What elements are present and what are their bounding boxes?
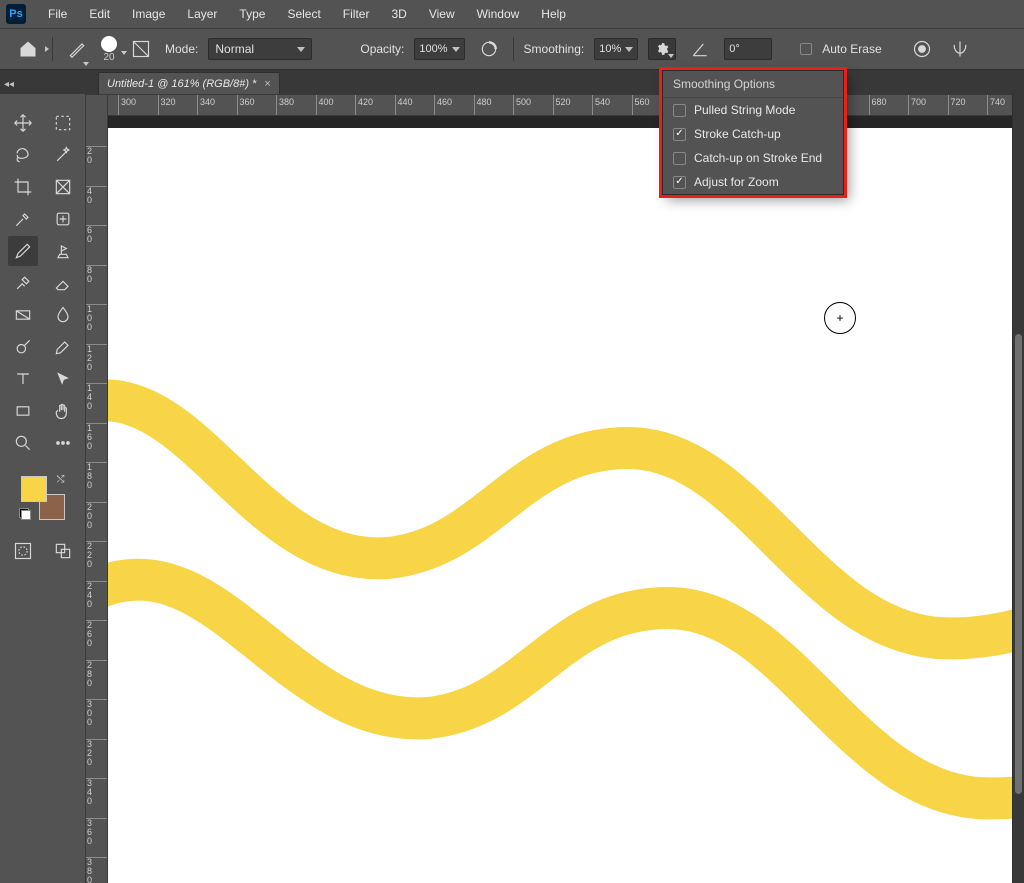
marquee-tool[interactable] [48, 108, 78, 138]
menu-edit[interactable]: Edit [79, 3, 120, 25]
opacity-value: 100% [419, 43, 447, 55]
blend-mode-value: Normal [215, 42, 254, 56]
smoothing-label: Smoothing: [524, 42, 585, 56]
checkbox[interactable] [673, 176, 686, 189]
blend-mode-select[interactable]: Normal [208, 38, 312, 60]
pen-tool[interactable] [48, 332, 78, 362]
smoothing-value: 10% [599, 43, 621, 55]
default-colors-icon[interactable] [19, 508, 31, 520]
color-swatches[interactable]: ⤭ [21, 476, 65, 520]
checkbox[interactable] [673, 152, 686, 165]
path-selection-tool[interactable] [48, 364, 78, 394]
angle-icon [686, 35, 714, 63]
smoothing-options-title: Smoothing Options [663, 71, 843, 98]
mode-label: Mode: [165, 42, 198, 56]
brush-preset-picker[interactable]: 20 [101, 36, 117, 63]
more-tools[interactable] [48, 428, 78, 458]
screen-mode-icon[interactable] [48, 536, 78, 566]
document-area: 3003203403603804004204404604805005205405… [86, 94, 1012, 883]
lasso-tool[interactable] [8, 140, 38, 170]
symmetry-icon[interactable] [946, 35, 974, 63]
option-label: Pulled String Mode [694, 103, 795, 117]
zoom-tool[interactable] [8, 428, 38, 458]
smoothing-option-pulled-string-mode[interactable]: Pulled String Mode [663, 98, 843, 122]
quick-mask-icon[interactable] [8, 536, 38, 566]
blur-tool[interactable] [48, 300, 78, 330]
opacity-label: Opacity: [360, 42, 404, 56]
pressure-opacity-icon[interactable] [475, 35, 503, 63]
magic-wand-tool[interactable] [48, 140, 78, 170]
smoothing-input[interactable]: 10% [594, 38, 638, 60]
vertical-ruler: 2040608010012014016018020022024026028030… [86, 116, 108, 883]
crop-tool[interactable] [8, 172, 38, 202]
menu-type[interactable]: Type [229, 3, 275, 25]
menu-image[interactable]: Image [122, 3, 175, 25]
foreground-color-swatch[interactable] [21, 476, 47, 502]
smoothing-option-catch-up-on-stroke-end[interactable]: Catch-up on Stroke End [663, 146, 843, 170]
smoothing-options-dropdown: Smoothing Options Pulled String Mode Stro… [662, 70, 844, 195]
close-tab-icon[interactable]: × [264, 78, 270, 90]
hand-tool[interactable] [48, 396, 78, 426]
workspace: ⤭ 30032034036038040042044046048050052054… [0, 94, 1024, 883]
history-brush-tool[interactable] [8, 268, 38, 298]
pencil-tool[interactable] [8, 236, 38, 266]
panel-expand-icon[interactable]: ◂◂ [0, 74, 18, 94]
scrollbar-thumb[interactable] [1015, 334, 1022, 794]
option-label: Stroke Catch-up [694, 127, 781, 141]
menu-file[interactable]: File [38, 3, 77, 25]
angle-input[interactable]: 0° [724, 38, 772, 60]
auto-erase-label: Auto Erase [822, 42, 881, 56]
smoothing-option-stroke-catch-up[interactable]: Stroke Catch-up [663, 122, 843, 146]
smoothing-option-adjust-for-zoom[interactable]: Adjust for Zoom [663, 170, 843, 194]
menu-3d[interactable]: 3D [381, 3, 416, 25]
gradient-tool[interactable] [8, 300, 38, 330]
menu-layer[interactable]: Layer [177, 3, 227, 25]
tool-preset-pencil-icon[interactable] [63, 35, 91, 63]
document-tab-title: Untitled-1 @ 161% (RGB/8#) * [107, 78, 256, 90]
brush-settings-icon[interactable] [127, 35, 155, 63]
menu-window[interactable]: Window [467, 3, 530, 25]
document-tab-bar: ◂◂ Untitled-1 @ 161% (RGB/8#) * × [0, 70, 1024, 94]
menu-filter[interactable]: Filter [333, 3, 380, 25]
smoothing-options-button[interactable] [648, 38, 676, 60]
horizontal-ruler: 3003203403603804004204404604805005205405… [86, 94, 1012, 116]
toolbox: ⤭ [0, 94, 86, 883]
menu-view[interactable]: View [419, 3, 465, 25]
opacity-input[interactable]: 100% [414, 38, 464, 60]
move-tool[interactable] [8, 108, 38, 138]
document-tab[interactable]: Untitled-1 @ 161% (RGB/8#) * × [98, 72, 280, 94]
app-logo: Ps [6, 4, 26, 24]
vertical-scrollbar[interactable] [1012, 94, 1024, 883]
menubar: Ps File Edit Image Layer Type Select Fil… [0, 0, 1024, 28]
frame-tool[interactable] [48, 172, 78, 202]
menu-select[interactable]: Select [277, 3, 330, 25]
menu-help[interactable]: Help [531, 3, 576, 25]
brush-size-label: 20 [103, 52, 114, 63]
rectangle-tool[interactable] [8, 396, 38, 426]
checkbox[interactable] [673, 104, 686, 117]
home-icon[interactable] [14, 35, 42, 63]
eyedropper-tool[interactable] [8, 204, 38, 234]
swap-colors-icon[interactable]: ⤭ [57, 474, 65, 485]
canvas-viewport[interactable]: + [108, 116, 1012, 883]
healing-brush-tool[interactable] [48, 204, 78, 234]
auto-erase-checkbox[interactable] [800, 43, 812, 55]
options-bar: 20 Mode: Normal Opacity: 100% Smoothing:… [0, 28, 1024, 70]
option-label: Catch-up on Stroke End [694, 151, 822, 165]
pressure-size-icon[interactable] [908, 35, 936, 63]
angle-value: 0° [729, 43, 740, 55]
canvas[interactable]: + [108, 128, 1012, 883]
checkbox[interactable] [673, 128, 686, 141]
type-tool[interactable] [8, 364, 38, 394]
brush-cursor: + [824, 302, 856, 334]
clone-stamp-tool[interactable] [48, 236, 78, 266]
eraser-tool[interactable] [48, 268, 78, 298]
dodge-tool[interactable] [8, 332, 38, 362]
option-label: Adjust for Zoom [694, 175, 779, 189]
